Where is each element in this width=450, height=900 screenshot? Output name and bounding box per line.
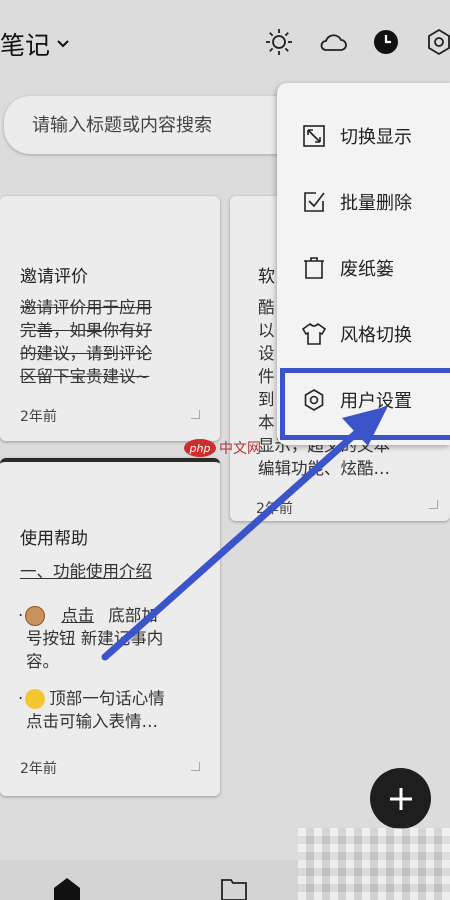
add-note-button[interactable] xyxy=(370,768,431,829)
pixelated-area xyxy=(298,828,450,900)
folder-icon[interactable] xyxy=(220,876,248,900)
watermark-logo: php 中文网 xyxy=(184,437,261,459)
plus-icon xyxy=(389,787,412,810)
home-icon[interactable] xyxy=(52,876,82,900)
